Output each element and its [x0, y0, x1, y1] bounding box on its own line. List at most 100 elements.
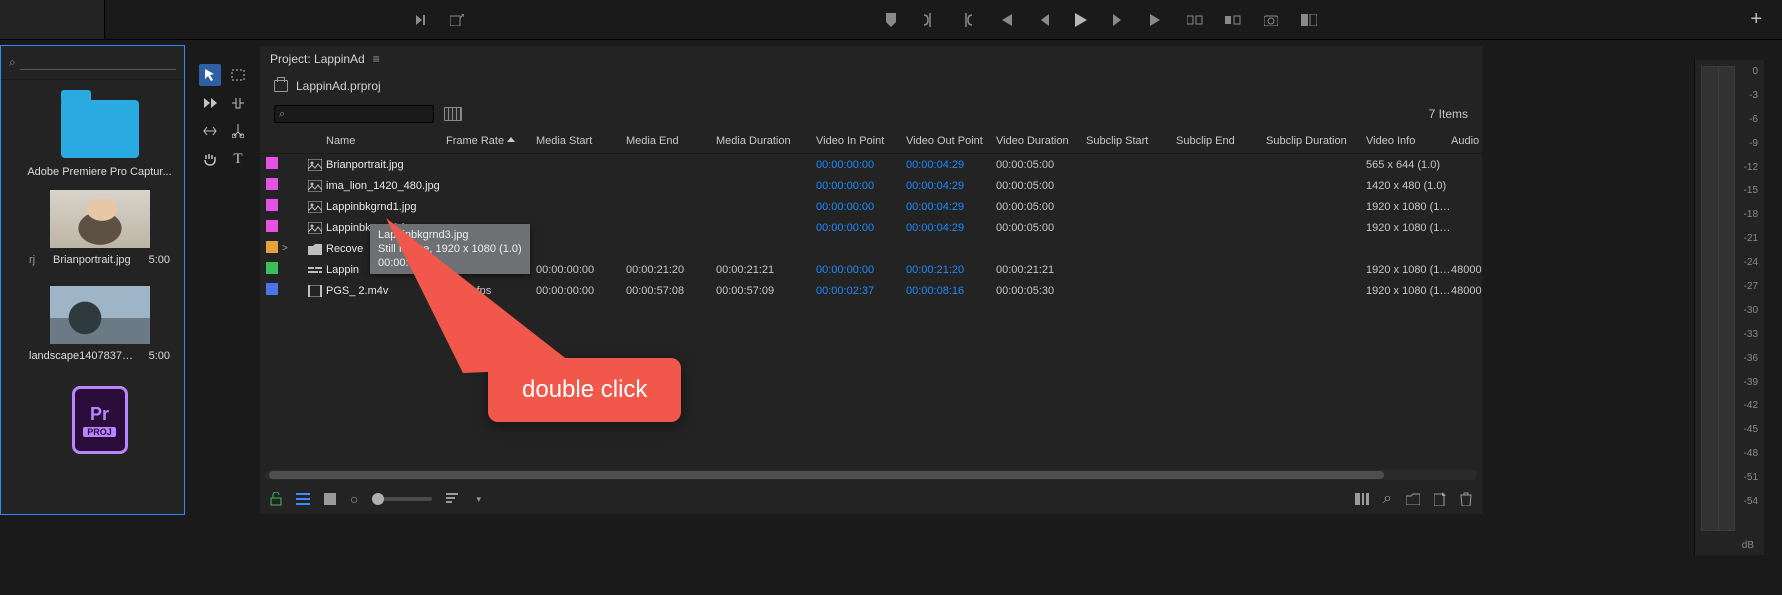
video-in[interactable]: 00:00:00:00	[816, 180, 906, 192]
new-search-bin-icon[interactable]	[444, 107, 462, 121]
col-media-duration[interactable]: Media Duration	[716, 135, 816, 147]
automate-to-sequence-icon[interactable]	[1355, 493, 1369, 505]
play-icon[interactable]	[1073, 12, 1089, 28]
sort-dropdown-icon[interactable]: ▾	[476, 494, 481, 505]
video-in[interactable]: 00:00:02:37	[816, 285, 906, 297]
expand-caret[interactable]: >	[282, 243, 304, 254]
sort-icon[interactable]	[446, 493, 462, 505]
col-video-info[interactable]: Video Info	[1366, 135, 1451, 147]
mark-in-icon[interactable]	[921, 12, 937, 28]
add-panel-button[interactable]: +	[1750, 8, 1762, 31]
clear-icon[interactable]	[1460, 492, 1472, 506]
video-in[interactable]: 00:00:00:00	[816, 264, 906, 276]
add-marker-icon[interactable]	[883, 12, 899, 28]
find-icon[interactable]: ⌕	[1383, 490, 1392, 508]
overwrite-icon[interactable]	[1225, 12, 1241, 28]
label-chip[interactable]	[266, 262, 278, 274]
media-item-image[interactable]: landscape1407837304... 5:00	[1, 276, 184, 372]
media-browser-search-input[interactable]	[20, 55, 176, 70]
folder-icon	[61, 100, 139, 158]
mark-out-icon[interactable]	[959, 12, 975, 28]
insert-icon[interactable]	[1187, 12, 1203, 28]
panel-menu-icon[interactable]: ≡	[373, 52, 380, 66]
col-media-end[interactable]: Media End	[626, 135, 716, 147]
col-subclip-dur[interactable]: Subclip Duration	[1266, 135, 1366, 147]
video-in[interactable]: 00:00:00:00	[816, 159, 906, 171]
project-panel-footer: ○ ▾ ⌕	[260, 484, 1482, 514]
video-out[interactable]: 00:00:04:29	[906, 222, 996, 234]
project-row[interactable]: Lappinbkgrnd1.jpg00:00:00:0000:00:04:290…	[260, 196, 1482, 217]
project-panel-tab[interactable]: Project: LappinAd ≡	[260, 46, 1482, 72]
video-out[interactable]: 00:00:08:16	[906, 285, 996, 297]
col-video-in[interactable]: Video In Point	[816, 135, 906, 147]
meter-tick: -48	[1744, 448, 1758, 459]
thumbnail-size-slider[interactable]	[372, 497, 432, 501]
col-video-duration[interactable]: Video Duration	[996, 135, 1086, 147]
hand-tool[interactable]	[199, 148, 221, 170]
label-chip[interactable]	[266, 241, 278, 253]
label-chip[interactable]	[266, 283, 278, 295]
video-out[interactable]: 00:00:04:29	[906, 159, 996, 171]
go-to-out-icon[interactable]	[1149, 12, 1165, 28]
media-item-project[interactable]: Pr PROJ	[1, 372, 184, 464]
queue-export-icon[interactable]	[415, 12, 431, 28]
media-item-label: landscape1407837304...	[29, 350, 139, 362]
clip-name[interactable]: Brianportrait.jpg	[326, 159, 446, 171]
col-video-out[interactable]: Video Out Point	[906, 135, 996, 147]
track-select-forward-tool[interactable]	[199, 92, 221, 114]
list-view-icon[interactable]	[296, 493, 310, 505]
export-frame-icon[interactable]	[449, 12, 465, 28]
col-media-start[interactable]: Media Start	[536, 135, 626, 147]
project-search-input[interactable]	[274, 105, 434, 123]
lock-icon[interactable]	[270, 492, 282, 506]
freeform-view-icon[interactable]: ○	[350, 491, 358, 507]
transport-controls	[883, 12, 1317, 28]
col-subclip-start[interactable]: Subclip Start	[1086, 135, 1176, 147]
export-still-icon[interactable]	[1263, 12, 1279, 28]
label-chip[interactable]	[266, 157, 278, 169]
selection-tool[interactable]	[199, 64, 221, 86]
type-tool[interactable]: T	[227, 148, 249, 170]
project-row[interactable]: Brianportrait.jpg00:00:00:0000:00:04:290…	[260, 154, 1482, 175]
label-chip[interactable]	[266, 199, 278, 211]
go-to-in-icon[interactable]	[997, 12, 1013, 28]
clip-type-icon	[304, 264, 326, 276]
search-icon: ⌕	[279, 108, 285, 121]
col-frame-rate[interactable]: Frame Rate	[446, 135, 536, 147]
video-out[interactable]: 00:00:21:20	[906, 264, 996, 276]
thumbnail	[50, 286, 150, 344]
project-row[interactable]: ima_lion_1420_480.jpg 00:00:00:0000:00:04…	[260, 175, 1482, 196]
new-item-icon[interactable]	[1434, 492, 1446, 506]
video-out[interactable]: 00:00:04:29	[906, 180, 996, 192]
rate-stretch-tool[interactable]	[199, 120, 221, 142]
icon-view-icon[interactable]	[324, 493, 336, 505]
col-subclip-end[interactable]: Subclip End	[1176, 135, 1266, 147]
video-out[interactable]: 00:00:04:29	[906, 201, 996, 213]
new-bin-icon[interactable]	[1406, 493, 1420, 505]
razor-tool[interactable]	[227, 120, 249, 142]
video-in[interactable]: 00:00:00:00	[816, 201, 906, 213]
ripple-edit-tool[interactable]	[227, 92, 249, 114]
annotation-callout: double click	[488, 358, 681, 422]
active-workspace-tab[interactable]	[0, 0, 105, 39]
step-fwd-icon[interactable]	[1111, 12, 1127, 28]
video-info: 1920 x 1080 (1.0)	[1366, 264, 1451, 276]
scrollbar-thumb[interactable]	[269, 471, 1384, 479]
video-info: 565 x 644 (1.0)	[1366, 159, 1451, 171]
col-name[interactable]: Name	[326, 135, 446, 147]
project-horizontal-scrollbar[interactable]	[265, 470, 1477, 480]
project-list-header[interactable]: Name Frame Rate Media Start Media End Me…	[260, 128, 1482, 154]
comparison-view-icon[interactable]	[1301, 12, 1317, 28]
clip-name[interactable]: Lappinbkgrnd1.jpg	[326, 201, 446, 213]
clip-name[interactable]: ima_lion_1420_480.jpg	[326, 180, 446, 192]
video-in[interactable]: 00:00:00:00	[816, 222, 906, 234]
step-back-icon[interactable]	[1035, 12, 1051, 28]
marquee-tool[interactable]	[227, 64, 249, 86]
label-chip[interactable]	[266, 220, 278, 232]
label-chip[interactable]	[266, 178, 278, 190]
media-item-folder[interactable]: Adobe Premiere Pro Captur...	[1, 80, 184, 180]
media-item-duration: 5:00	[149, 254, 170, 266]
col-audio-info[interactable]: Audio I	[1451, 135, 1482, 147]
media-item-image[interactable]: rj Brianportrait.jpg 5:00	[1, 180, 184, 276]
project-breadcrumb[interactable]: LappinAd.prproj	[260, 72, 1482, 100]
